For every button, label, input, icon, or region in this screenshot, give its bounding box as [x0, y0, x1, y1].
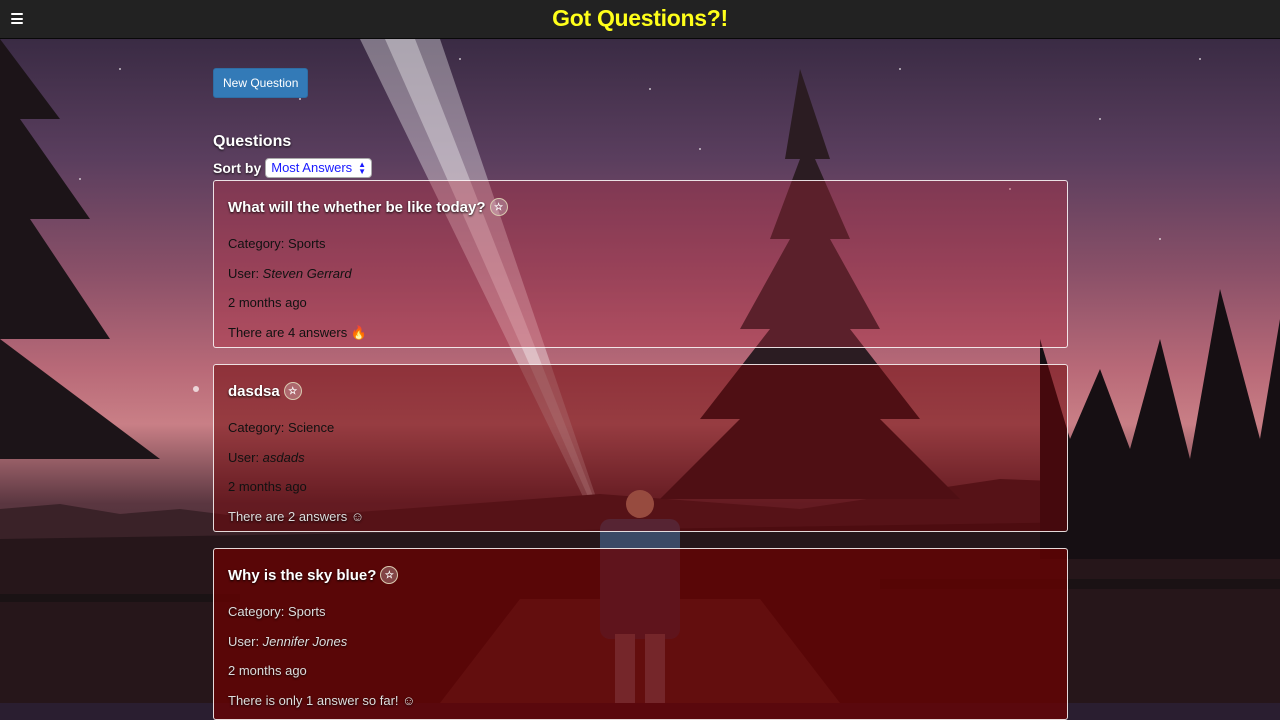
user-name: Steven Gerrard — [262, 266, 352, 281]
user-name: Jennifer Jones — [262, 634, 348, 649]
question-title-text[interactable]: Why is the sky blue? — [228, 567, 376, 584]
question-time: 2 months ago — [228, 295, 307, 310]
question-user: User: asdads — [228, 450, 305, 465]
user-name: asdads — [262, 450, 305, 465]
user-label: User: — [228, 450, 263, 465]
question-title-text[interactable]: What will the whether be like today? — [228, 199, 486, 216]
star-icon[interactable]: ☆ — [283, 382, 302, 400]
question-answer-count: There are 2 answers ☺ — [228, 509, 365, 524]
question-title-text[interactable]: dasdsa — [228, 383, 280, 400]
question-user: User: Jennifer Jones — [228, 634, 347, 649]
question-answer-count: There are 4 answers 🔥 — [228, 325, 368, 340]
app-title[interactable]: Got Questions?! — [0, 5, 1280, 32]
question-card[interactable]: Why is the sky blue? ☆ Category: Sports … — [213, 548, 1068, 720]
navbar: Got Questions?! — [0, 0, 1280, 39]
star-icon[interactable]: ☆ — [489, 198, 508, 216]
user-label: User: — [228, 266, 263, 281]
question-category: Category: Sports — [228, 236, 326, 251]
question-category: Category: Sports — [228, 604, 326, 619]
question-title[interactable]: Why is the sky blue? ☆ — [228, 566, 399, 584]
question-title[interactable]: dasdsa ☆ — [228, 382, 302, 400]
question-card[interactable]: dasdsa ☆ Category: Science User: asdads … — [213, 364, 1068, 532]
question-time: 2 months ago — [228, 663, 307, 678]
question-answer-count: There is only 1 answer so far! ☺ — [228, 693, 416, 708]
question-list: What will the whether be like today? ☆ C… — [213, 68, 1068, 720]
question-time: 2 months ago — [228, 479, 307, 494]
star-icon[interactable]: ☆ — [380, 566, 399, 584]
user-label: User: — [228, 634, 263, 649]
question-category: Category: Science — [228, 420, 335, 435]
question-card[interactable]: What will the whether be like today? ☆ C… — [213, 180, 1068, 348]
question-user: User: Steven Gerrard — [228, 266, 352, 281]
question-title[interactable]: What will the whether be like today? ☆ — [228, 198, 508, 216]
